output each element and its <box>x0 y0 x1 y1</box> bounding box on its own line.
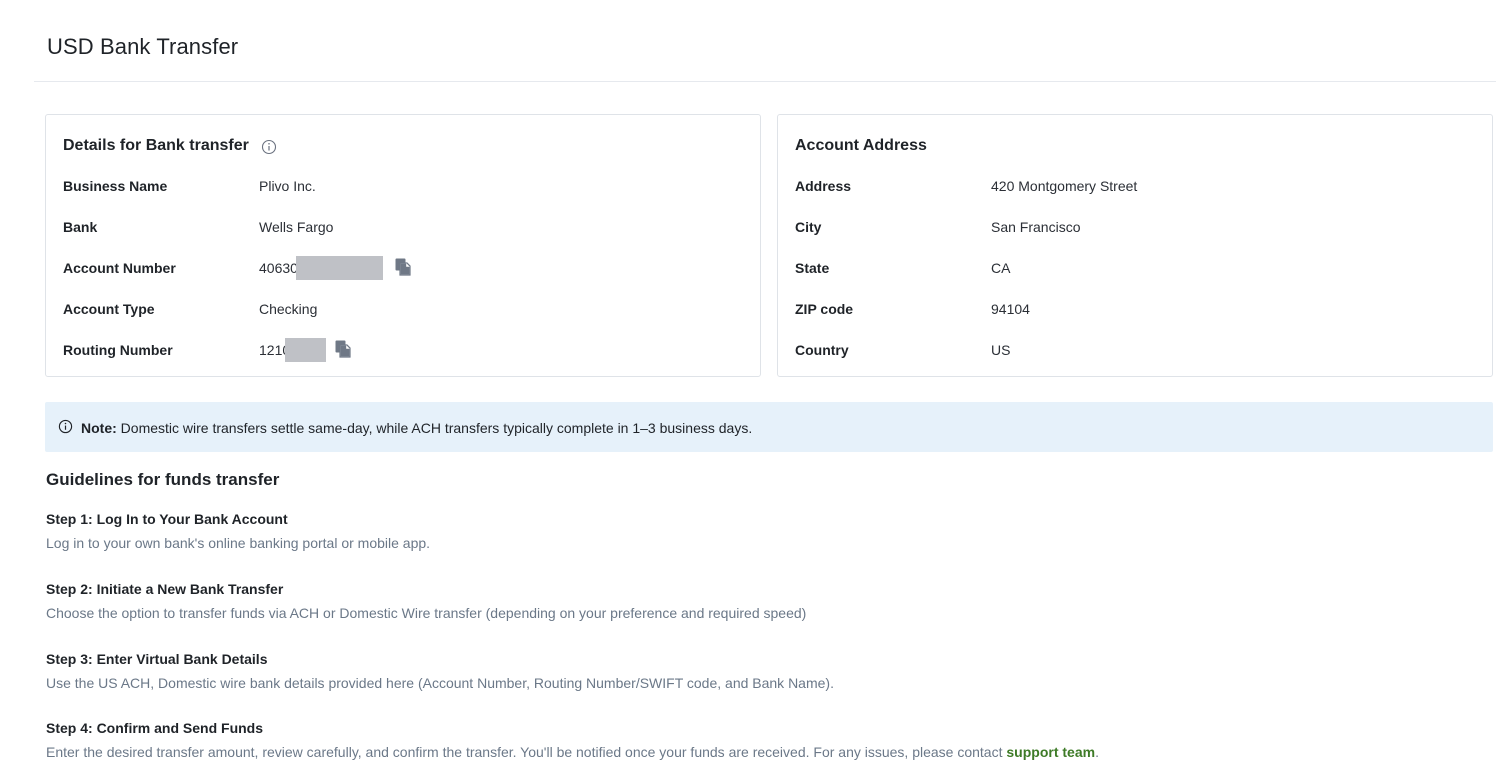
step-title: Step 1: Log In to Your Bank Account <box>46 511 288 527</box>
detail-row-account-type: Account Type Checking <box>63 301 750 321</box>
detail-row-bank: Bank Wells Fargo <box>63 219 750 239</box>
address-label: Address <box>795 178 852 194</box>
address-value: US <box>991 342 1011 358</box>
guidelines-title: Guidelines for funds transfer <box>46 470 280 489</box>
page-title: USD Bank Transfer <box>47 34 239 59</box>
detail-label: Account Type <box>63 301 155 317</box>
account-number-redaction <box>296 256 383 280</box>
step-title: Step 3: Enter Virtual Bank Details <box>46 651 268 667</box>
guideline-step: Step 4: Confirm and Send Funds Enter the… <box>46 720 1099 760</box>
info-icon[interactable] <box>261 139 277 155</box>
account-address-title: Account Address <box>795 137 927 154</box>
guideline-step: Step 1: Log In to Your Bank Account Log … <box>46 511 430 551</box>
step-title: Step 2: Initiate a New Bank Transfer <box>46 581 284 597</box>
address-value: CA <box>991 260 1011 276</box>
copy-icon[interactable] <box>394 257 412 277</box>
detail-label: Business Name <box>63 178 168 194</box>
address-value: 94104 <box>991 301 1030 317</box>
support-team-link[interactable]: support team <box>1006 744 1095 760</box>
step-description: Choose the option to transfer funds via … <box>46 605 807 621</box>
step-description-text: Enter the desired transfer amount, revie… <box>46 744 1007 760</box>
step-title: Step 4: Confirm and Send Funds <box>46 720 264 736</box>
step-description: Log in to your own bank's online banking… <box>46 535 431 551</box>
copy-icon[interactable] <box>334 339 352 359</box>
detail-row-account-number: Account Number 40630 <box>63 256 750 280</box>
guideline-step: Step 3: Enter Virtual Bank Details Use t… <box>46 651 834 691</box>
detail-row-business-name: Business Name Plivo Inc. <box>63 178 750 198</box>
detail-value: Plivo Inc. <box>259 178 316 194</box>
step-description-suffix: . <box>1095 744 1099 760</box>
detail-label: Routing Number <box>63 342 173 358</box>
address-row-zip: ZIP code 94104 <box>795 301 1482 321</box>
address-label: ZIP code <box>795 301 854 317</box>
detail-value: Wells Fargo <box>259 219 334 235</box>
info-icon <box>58 419 73 434</box>
routing-number-redaction <box>285 338 326 362</box>
address-label: City <box>795 219 822 235</box>
note-text: Note: Domestic wire transfers settle sam… <box>81 420 752 436</box>
detail-row-routing-number: Routing Number 1210 <box>63 338 750 362</box>
title-divider <box>34 81 1496 82</box>
address-row-country: Country US <box>795 342 1482 362</box>
step-description: Enter the desired transfer amount, revie… <box>46 744 1099 760</box>
detail-value: Checking <box>259 301 318 317</box>
address-value: San Francisco <box>991 219 1081 235</box>
address-row-state: State CA <box>795 260 1482 280</box>
address-value: 420 Montgomery Street <box>991 178 1138 194</box>
bank-details-card: Details for Bank transfer Business Name … <box>45 114 761 377</box>
account-number-value: 40630 <box>259 260 298 276</box>
address-label: State <box>795 260 830 276</box>
address-row-address: Address 420 Montgomery Street <box>795 178 1482 198</box>
detail-label: Bank <box>63 219 98 235</box>
note-label: Note: <box>81 420 117 436</box>
address-row-city: City San Francisco <box>795 219 1482 239</box>
address-label: Country <box>795 342 849 358</box>
guideline-step: Step 2: Initiate a New Bank Transfer Cho… <box>46 581 806 621</box>
step-description: Use the US ACH, Domestic wire bank detai… <box>46 675 834 691</box>
detail-label: Account Number <box>63 260 176 276</box>
bank-details-title: Details for Bank transfer <box>63 137 249 154</box>
account-address-card: Account Address Address 420 Montgomery S… <box>777 114 1493 377</box>
note-body: Domestic wire transfers settle same-day,… <box>116 420 753 436</box>
note-banner: Note: Domestic wire transfers settle sam… <box>45 402 1493 452</box>
